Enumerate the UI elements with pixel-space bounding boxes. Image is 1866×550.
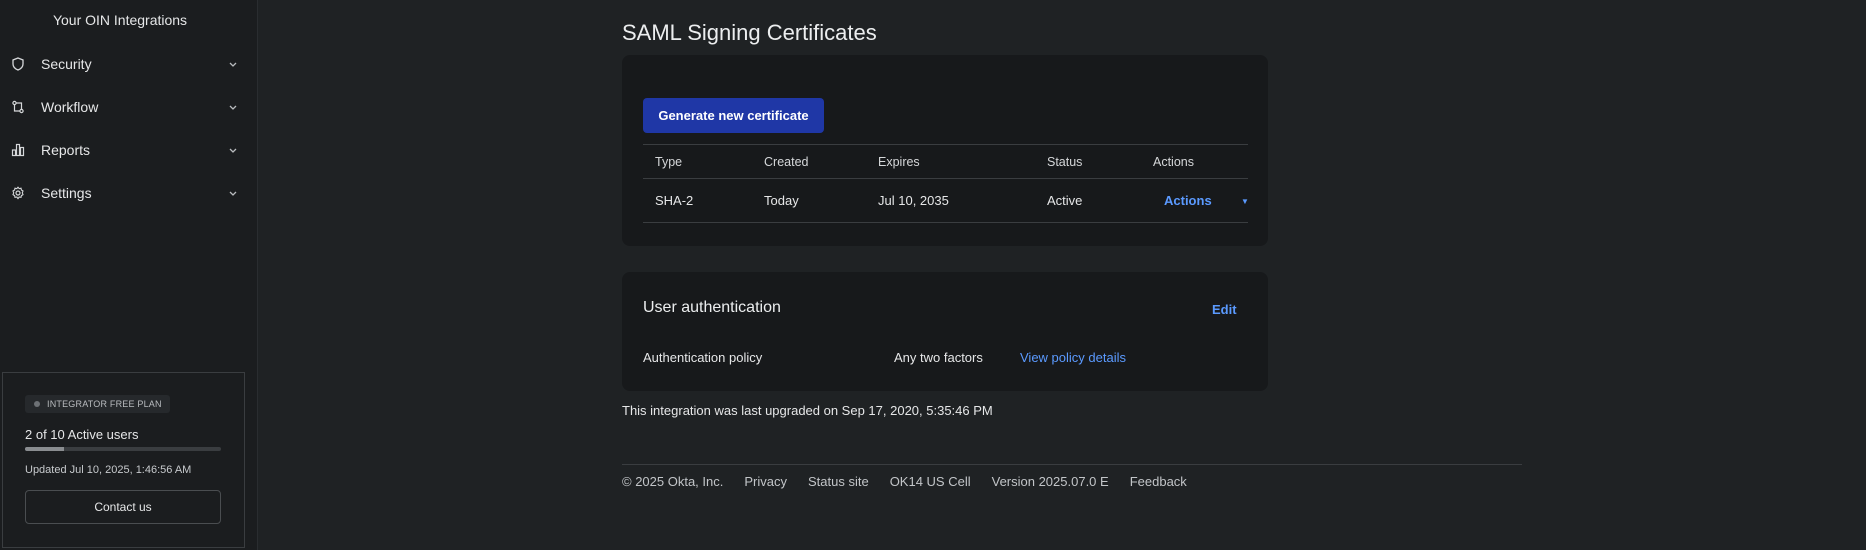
plan-badge: INTEGRATOR FREE PLAN: [25, 395, 170, 413]
active-users-progress-fill: [25, 447, 65, 451]
footer-status-site-link[interactable]: Status site: [808, 474, 869, 489]
footer-privacy-link[interactable]: Privacy: [744, 474, 787, 489]
chevron-down-icon: [228, 99, 238, 115]
oin-integrations-link[interactable]: Your OIN Integrations: [0, 12, 240, 28]
plan-card: INTEGRATOR FREE PLAN 2 of 10 Active user…: [2, 372, 245, 548]
authentication-policy-value: Any two factors: [894, 350, 983, 365]
sidebar-item-reports[interactable]: Reports: [10, 139, 240, 161]
column-header-expires: Expires: [878, 155, 920, 169]
cert-type: SHA-2: [655, 193, 694, 208]
status-dot-icon: [34, 401, 40, 407]
sidebar-item-label: Workflow: [41, 99, 99, 115]
cert-expires: Jul 10, 2035: [878, 193, 949, 208]
footer-cell: OK14 US Cell: [889, 474, 971, 489]
plan-updated-time: Updated Jul 10, 2025, 1:46:56 AM: [25, 464, 192, 476]
chevron-down-icon: [228, 142, 238, 158]
sidebar-item-settings[interactable]: Settings: [10, 182, 240, 204]
contact-us-button[interactable]: Contact us: [25, 490, 221, 524]
footer: © 2025 Okta, Inc. Privacy Status site OK…: [622, 474, 1208, 489]
view-policy-details-link[interactable]: View policy details: [1020, 350, 1126, 365]
cert-created: Today: [764, 193, 799, 208]
chevron-down-icon: [228, 185, 238, 201]
certificates-table: Type Created Expires Status Actions SHA-…: [643, 144, 1249, 223]
table-row: SHA-2 Today Jul 10, 2035 Active Actions …: [643, 178, 1249, 223]
caret-down-icon[interactable]: ▼: [1241, 197, 1249, 206]
chart-icon: [10, 142, 26, 158]
cert-status: Active: [1047, 193, 1083, 208]
column-header-created: Created: [764, 155, 809, 169]
sidebar-item-label: Settings: [41, 185, 92, 201]
page-title: SAML Signing Certificates: [622, 20, 877, 45]
edit-button[interactable]: Edit: [1212, 302, 1237, 317]
footer-version: Version 2025.07.0 E: [991, 474, 1109, 489]
chevron-down-icon: [228, 56, 238, 72]
user-authentication-card: User authentication Edit Authentication …: [622, 272, 1268, 391]
sidebar-item-security[interactable]: Security: [10, 53, 240, 75]
sidebar-item-workflow[interactable]: Workflow: [10, 96, 240, 118]
column-header-actions: Actions: [1153, 155, 1194, 169]
actions-dropdown[interactable]: Actions: [1164, 193, 1212, 208]
plan-badge-label: INTEGRATOR FREE PLAN: [47, 399, 162, 409]
active-users-count: 2 of 10 Active users: [25, 427, 139, 442]
footer-copyright: © 2025 Okta, Inc.: [622, 474, 724, 489]
certificates-card: Generate new certificate Type Created Ex…: [622, 55, 1268, 246]
footer-feedback-link[interactable]: Feedback: [1130, 474, 1187, 489]
sidebar-item-label: Reports: [41, 142, 91, 158]
column-header-status: Status: [1047, 155, 1083, 169]
authentication-policy-label: Authentication policy: [643, 350, 763, 365]
workflow-icon: [10, 99, 26, 115]
last-upgraded-text: This integration was last upgraded on Se…: [622, 403, 993, 418]
footer-divider: [622, 464, 1522, 465]
sidebar-item-label: Security: [41, 56, 92, 72]
user-authentication-title: User authentication: [643, 299, 781, 316]
sidebar: Your OIN Integrations Security Workflow …: [0, 0, 258, 550]
active-users-progress: [25, 447, 221, 451]
generate-certificate-button[interactable]: Generate new certificate: [643, 98, 824, 133]
table-header-row: Type Created Expires Status Actions: [643, 144, 1248, 178]
column-header-type: Type: [655, 155, 683, 169]
gear-icon: [10, 185, 26, 201]
shield-icon: [10, 56, 26, 72]
